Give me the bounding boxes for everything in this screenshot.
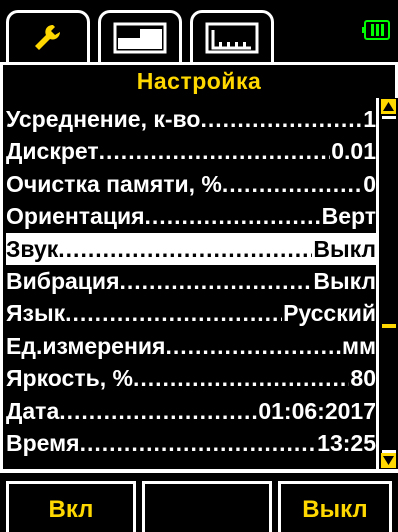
menu-item-value: 13:25 <box>317 430 376 456</box>
menu-item-label: Усреднение, к-во <box>6 106 201 132</box>
softkey-bar: Вкл Выкл <box>0 469 398 532</box>
menu-item-label: Звук <box>6 235 59 262</box>
leader-dots <box>120 265 313 297</box>
menu-item-label: Язык <box>6 300 66 327</box>
menu-item-label: Дата <box>6 397 60 424</box>
menu-item[interactable]: Усреднение, к-во 1 <box>6 103 376 135</box>
battery-icon <box>362 18 392 42</box>
menu-item[interactable]: Время 13:25 <box>6 427 376 459</box>
softkey-on-button[interactable]: Вкл <box>6 481 136 532</box>
menu-item[interactable]: Дата 01:06:2017 <box>6 395 376 427</box>
histogram-icon <box>205 22 259 54</box>
leader-dots <box>65 297 282 329</box>
menu-item-label: Ед.измерения <box>6 332 166 359</box>
leader-dots <box>200 103 362 135</box>
settings-menu: Усреднение, к-во 1 Дискрет 0.01 Очистка памя… <box>0 98 376 469</box>
leader-dots <box>165 330 341 362</box>
leader-dots <box>59 395 257 427</box>
menu-item-value: Верт <box>321 203 376 230</box>
leader-dots <box>133 362 349 394</box>
softkey-middle-button[interactable] <box>142 481 272 532</box>
menu-item[interactable]: Звук Выкл <box>6 232 376 265</box>
menu-item[interactable]: Яркость, % 80 <box>6 362 376 394</box>
menu-item-label: Дискрет <box>6 138 99 165</box>
menu-item-value: 01:06:2017 <box>258 397 376 424</box>
menu-item-value: 80 <box>350 365 376 392</box>
menu-item-value: мм <box>341 332 376 359</box>
tab-chart[interactable] <box>190 10 274 62</box>
scroll-up-icon[interactable] <box>381 99 396 114</box>
menu-item[interactable]: Очистка памяти, % 0 <box>6 168 376 200</box>
menu-item-value: 0.01 <box>331 138 376 165</box>
menu-item[interactable]: Язык Русский <box>6 297 376 329</box>
tab-settings[interactable] <box>6 10 90 62</box>
leader-dots <box>222 168 362 200</box>
wrench-icon <box>31 23 65 53</box>
leader-dots <box>99 135 331 167</box>
menu-item-label: Время <box>6 430 80 456</box>
menu-item[interactable]: Вибрация Выкл <box>6 265 376 297</box>
scroll-thumb[interactable] <box>382 323 396 328</box>
menu-item-label: Вибрация <box>6 268 120 294</box>
menu-item-value: Выкл <box>313 235 376 262</box>
softkey-off-button[interactable]: Выкл <box>278 481 392 532</box>
tab-bar <box>0 0 398 62</box>
bars-display-icon <box>113 22 167 54</box>
menu-item-value: 1 <box>363 106 376 132</box>
menu-item-value: 0 <box>363 170 376 197</box>
menu-item-label: Яркость, % <box>6 365 133 392</box>
scroll-down-icon[interactable] <box>381 453 396 468</box>
tab-display[interactable] <box>98 10 182 62</box>
scrollbar[interactable] <box>376 98 398 469</box>
menu-item-value: Русский <box>283 300 376 327</box>
menu-item[interactable]: Ориентация Верт <box>6 200 376 232</box>
menu-item[interactable]: Дискрет 0.01 <box>6 135 376 167</box>
leader-dots <box>145 200 321 232</box>
menu-item[interactable]: Ед.измерения мм <box>6 330 376 362</box>
leader-dots <box>58 233 312 265</box>
menu-item-label: Очистка памяти, % <box>6 170 222 197</box>
page-title: Настройка <box>0 62 398 98</box>
leader-dots <box>80 427 317 459</box>
scroll-track <box>382 116 396 453</box>
menu-item-label: Ориентация <box>6 203 145 230</box>
menu-item-value: Выкл <box>313 268 376 294</box>
